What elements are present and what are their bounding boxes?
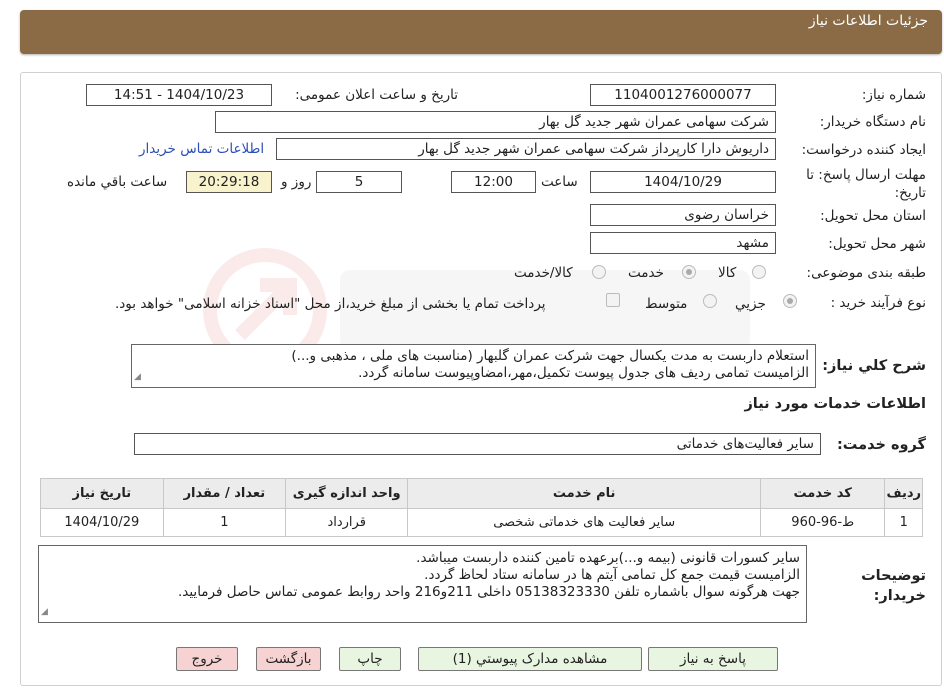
city-label: شهر محل تحویل:	[828, 236, 926, 252]
column-header-row-num: رديف	[884, 478, 923, 509]
summary-textarea[interactable]: استعلام داربست به مدت یکسال جهت شرکت عمر…	[131, 344, 816, 388]
days-field: 5	[316, 171, 402, 193]
resize-handle-icon[interactable]: ◢	[134, 369, 141, 386]
province-label: استان محل تحویل:	[820, 208, 926, 224]
buyer-notes-label: توضيحات خريدار:	[861, 568, 926, 604]
reply-button[interactable]: پاسخ به نیاز	[648, 647, 778, 671]
summary-line: الزامیست تمامی ردیف های جدول پیوست تکمیل…	[358, 365, 809, 381]
category-goods-service-radio[interactable]	[592, 265, 606, 279]
column-header-unit: واحد اندازه گیری	[285, 478, 409, 509]
city-field: مشهد	[590, 232, 776, 254]
category-goods-radio[interactable]	[752, 265, 766, 279]
table-header-row: رديف کد خدمت نام خدمت واحد اندازه گیری ت…	[40, 478, 923, 509]
view-attachments-button[interactable]: مشاهده مدارک پیوستي (1)	[418, 647, 642, 671]
cell-unit: قرارداد	[285, 508, 409, 537]
treasury-payment-note: پرداخت تمام یا بخشی از مبلغ خرید،از محل …	[115, 296, 546, 312]
exit-button[interactable]: خروج	[176, 647, 238, 671]
category-label: طبقه بندی موضوعی:	[806, 265, 926, 281]
cell-service-code: ط-96-960	[759, 508, 886, 537]
deadline-date-field: 1404/10/29	[590, 171, 776, 193]
resize-handle-icon[interactable]: ◢	[41, 604, 48, 621]
province-field: خراسان رضوی	[590, 204, 776, 226]
summary-line: استعلام داربست به مدت یکسال جهت شرکت عمر…	[291, 348, 809, 364]
deadline-time-label: ساعت	[541, 174, 578, 190]
need-number-label: شماره نیاز:	[861, 87, 926, 103]
column-header-quantity: تعداد / مقدار	[162, 478, 287, 509]
page-header	[20, 10, 942, 54]
announce-date-field: 1404/10/23 - 14:51	[86, 84, 272, 106]
buyer-note-line: سایر کسورات قانونی (بیمه و...)برعهده تام…	[416, 550, 800, 566]
remaining-time-field: 20:29:18	[186, 171, 272, 193]
back-button[interactable]: بازگشت	[256, 647, 321, 671]
category-goods-service-label: کالا/خدمت	[514, 265, 573, 281]
cell-need-date: 1404/10/29	[40, 508, 164, 537]
deadline-time-field: 12:00	[451, 171, 536, 193]
process-minor-radio[interactable]	[783, 294, 797, 308]
cell-quantity: 1	[162, 508, 287, 537]
process-medium-radio[interactable]	[703, 294, 717, 308]
category-goods-label: کالا	[718, 265, 737, 281]
buyer-notes-textarea[interactable]: سایر کسورات قانونی (بیمه و...)برعهده تام…	[38, 545, 807, 623]
services-section-title: اطلاعات خدمات مورد نياز	[744, 396, 926, 412]
announce-date-label: تاریخ و ساعت اعلان عمومی:	[295, 87, 458, 103]
table-row: 1 ط-96-960 سایر فعالیت های خدماتی شخصی ق…	[40, 508, 923, 537]
services-table: رديف کد خدمت نام خدمت واحد اندازه گیری ت…	[40, 478, 923, 537]
need-number-field: 1104001276000077	[590, 84, 776, 106]
requester-field: داریوش دارا کارپرداز شرکت سهامی عمران شه…	[276, 138, 776, 160]
days-label: روز و	[281, 174, 312, 190]
service-group-label: گروه خدمت:	[836, 437, 926, 453]
category-service-radio[interactable]	[682, 265, 696, 279]
column-header-service-name: نام خدمت	[407, 478, 761, 509]
requester-label: ایجاد کننده درخواست:	[801, 142, 926, 158]
buyer-note-line: جهت هرگونه سوال باشماره تلفن 05138323330…	[177, 584, 800, 600]
column-header-service-code: کد خدمت	[759, 478, 886, 509]
remaining-time-label: ساعت باقي مانده	[67, 174, 168, 190]
category-service-label: خدمت	[628, 265, 664, 281]
cell-row-num: 1	[884, 508, 923, 537]
treasury-payment-checkbox[interactable]	[606, 293, 620, 307]
process-minor-label: جزيي	[735, 296, 766, 312]
page-title: جزئیات اطلاعات نیاز	[808, 13, 928, 29]
deadline-label: مهلت ارسال پاسخ: تا تاریخ:	[806, 167, 926, 201]
column-header-need-date: تاریخ نیاز	[40, 478, 164, 509]
process-label: نوع فرآیند خرید :	[830, 295, 926, 311]
cell-service-name: سایر فعالیت های خدماتی شخصی	[407, 508, 761, 537]
summary-label: شرح كلي نياز:	[822, 358, 926, 374]
process-medium-label: متوسط	[645, 296, 688, 312]
buyer-note-line: الزامیست قیمت جمع کل تمامی آیتم ها در سا…	[424, 567, 800, 583]
buyer-org-field: شرکت سهامی عمران شهر جدید گل بهار	[215, 111, 776, 133]
buyer-contact-link[interactable]: اطلاعات تماس خریدار	[139, 141, 264, 157]
print-button[interactable]: چاپ	[339, 647, 401, 671]
service-group-field: سایر فعالیت‌های خدماتی	[134, 433, 821, 455]
buyer-org-label: نام دستگاه خریدار:	[819, 114, 926, 130]
